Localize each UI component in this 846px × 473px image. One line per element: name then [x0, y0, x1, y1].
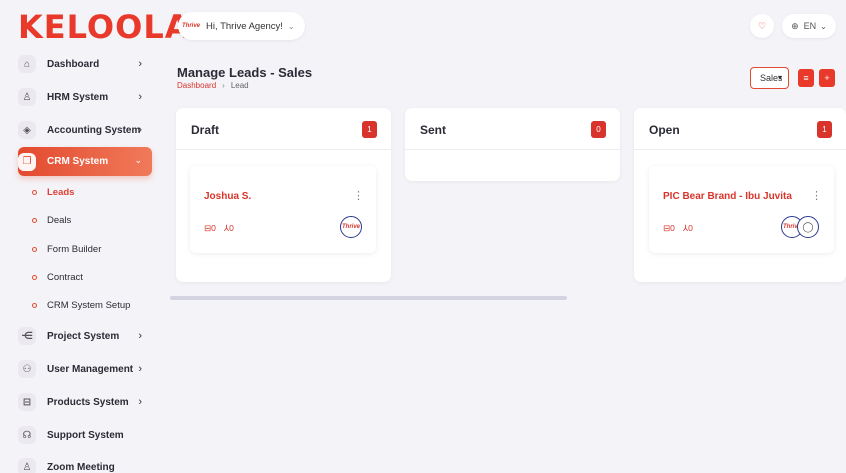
list-icon: ≡ [803, 73, 809, 83]
breadcrumb-dashboard[interactable]: Dashboard [177, 81, 216, 90]
lead-card[interactable]: PIC Bear Brand - Ibu Juvita ⋮ ⊟0 ⅄0 Thri… [649, 166, 834, 253]
chevron-down-icon: ⌄ [134, 155, 142, 165]
plus-icon: + [824, 73, 830, 83]
sidebar: KELOOLA ⌂ Dashboard › ♙ HRM System › ◈ A… [0, 0, 189, 473]
lead-name[interactable]: Joshua S. [204, 191, 251, 202]
chevron-right-icon: › [138, 58, 142, 70]
page-title: Manage Leads - Sales [177, 65, 313, 80]
user-avatar-icon: ◯ [797, 216, 819, 238]
chat-icon: ♡ [757, 20, 767, 31]
sidebar-item-label: Project System [47, 330, 120, 342]
chat-button[interactable]: ♡ [750, 14, 774, 38]
globe-icon: ⊕ [791, 20, 799, 31]
language-selector[interactable]: ⊕ EN ⌄ [782, 14, 836, 38]
column-count-badge: 1 [362, 121, 377, 138]
chevron-right-icon: › [138, 396, 142, 408]
cart-icon: ⊟ [18, 393, 36, 411]
language-label: EN [803, 21, 817, 31]
column-title: Draft [191, 123, 220, 137]
chevron-right-icon: › [138, 91, 142, 103]
breadcrumb: Dashboard › Lead [177, 81, 249, 90]
column-title: Sent [420, 123, 447, 137]
sidebar-item-project[interactable]: ⋲ Project System › [18, 322, 152, 350]
sidebar-item-label: Zoom Meeting [47, 461, 115, 473]
sub-item-label: CRM System Setup [47, 299, 131, 311]
bullet-icon [32, 246, 37, 252]
assignee-avatar: Thrive [340, 216, 362, 238]
sidebar-sub-deals[interactable]: Deals [32, 210, 71, 230]
layers-icon: ❐ [18, 152, 36, 171]
column-header: Draft 1 [176, 108, 391, 150]
column-title: Open [649, 123, 680, 137]
lead-stats: ⊟0 ⅄0 [204, 223, 234, 234]
company-avatar: Thrive [182, 23, 201, 29]
bullet-icon [32, 274, 37, 280]
chevron-down-icon: ⌄ [820, 21, 827, 31]
add-lead-button[interactable]: + [819, 69, 835, 87]
sidebar-item-label: Accounting System [47, 124, 141, 136]
lead-name[interactable]: PIC Bear Brand - Ibu Juvita [663, 191, 792, 202]
column-header: Sent 0 [405, 108, 620, 150]
column-sent: Sent 0 [405, 108, 620, 181]
sidebar-item-hrm[interactable]: ♙ HRM System › [18, 83, 152, 111]
user-menu[interactable]: Thrive Hi, Thrive Agency! ⌄ [178, 12, 305, 40]
sources-count: ⅄0 [223, 223, 234, 233]
breadcrumb-current: Lead [230, 81, 249, 90]
sidebar-item-label: HRM System [47, 91, 109, 103]
sources-count: ⅄0 [682, 223, 693, 233]
list-view-button[interactable]: ≡ [798, 69, 814, 87]
sidebar-item-support[interactable]: ☊ Support System [18, 421, 152, 449]
sidebar-sub-leads[interactable]: Leads [32, 182, 74, 202]
horizontal-scrollbar[interactable] [170, 296, 567, 300]
sidebar-item-products[interactable]: ⊟ Products System › [18, 388, 152, 416]
bullet-icon [32, 189, 37, 195]
caret-down-icon: ▾ [777, 73, 782, 82]
sidebar-item-label: Support System [47, 429, 124, 441]
app-logo: KELOOLA [18, 8, 191, 46]
share-icon: ⋲ [18, 327, 36, 345]
lead-stats: ⊟0 ⅄0 [663, 223, 693, 234]
user-icon: ♙ [18, 88, 36, 106]
sub-item-label: Leads [47, 186, 75, 198]
sub-item-label: Form Builder [47, 243, 102, 255]
sidebar-item-label: User Management [47, 363, 134, 375]
column-open: Open 1 PIC Bear Brand - Ibu Juvita ⋮ ⊟0 … [634, 108, 846, 282]
user-plus-icon: ♙ [18, 458, 36, 473]
sidebar-item-crm[interactable]: ❐ CRM System ⌄ [18, 147, 152, 176]
products-count: ⊟0 [663, 223, 675, 233]
sidebar-item-user-management[interactable]: ⚇ User Management › [18, 355, 152, 383]
sidebar-item-label: Products System [47, 396, 129, 408]
lead-card[interactable]: Joshua S. ⋮ ⊟0 ⅄0 Thrive [190, 166, 376, 253]
products-count: ⊟0 [204, 223, 216, 233]
headset-icon: ☊ [18, 426, 36, 444]
chevron-right-icon: › [222, 81, 225, 90]
bullet-icon [32, 217, 37, 223]
sidebar-sub-form-builder[interactable]: Form Builder [32, 239, 101, 259]
bullet-icon [32, 302, 37, 308]
column-count-badge: 0 [591, 121, 606, 138]
pipeline-select[interactable]: Sales ▾ [750, 67, 789, 89]
more-options-icon[interactable]: ⋮ [811, 189, 822, 202]
more-options-icon[interactable]: ⋮ [353, 189, 364, 202]
sidebar-sub-contract[interactable]: Contract [32, 267, 83, 287]
sidebar-sub-crm-setup[interactable]: CRM System Setup [32, 295, 130, 315]
column-count-badge: 1 [817, 121, 832, 138]
sidebar-item-label: Dashboard [47, 58, 100, 70]
home-icon: ⌂ [18, 55, 36, 73]
box-icon: ◈ [18, 121, 36, 139]
sidebar-item-label: CRM System [47, 156, 109, 167]
chevron-down-icon: ⌄ [287, 21, 295, 31]
column-header: Open 1 [634, 108, 846, 150]
column-draft: Draft 1 Joshua S. ⋮ ⊟0 ⅄0 Thrive [176, 108, 391, 282]
sidebar-item-accounting[interactable]: ◈ Accounting System › [18, 116, 152, 144]
chevron-right-icon: › [138, 330, 142, 342]
sub-item-label: Deals [47, 214, 72, 226]
sidebar-item-zoom[interactable]: ♙ Zoom Meeting [18, 453, 152, 473]
sub-item-label: Contract [47, 271, 83, 283]
chevron-right-icon: › [138, 363, 142, 375]
greeting-text: Hi, Thrive Agency! [206, 20, 283, 32]
chevron-right-icon: › [138, 124, 142, 136]
users-icon: ⚇ [18, 360, 36, 378]
sidebar-item-dashboard[interactable]: ⌂ Dashboard › [18, 50, 152, 78]
